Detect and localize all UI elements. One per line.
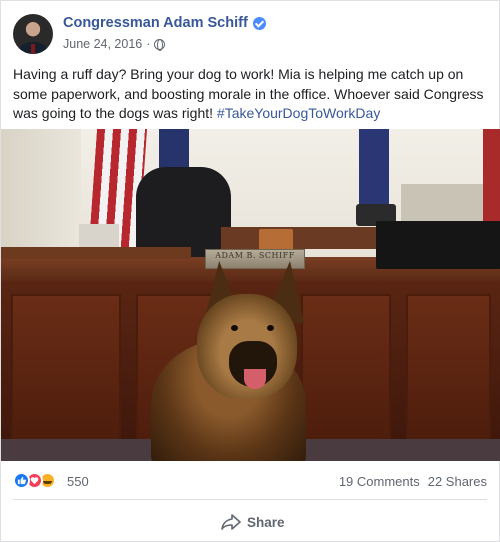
post-meta: June 24, 2016 · bbox=[63, 37, 166, 51]
reaction-icons[interactable] bbox=[13, 472, 56, 489]
post-text: Having a ruff day? Bring your dog to wor… bbox=[13, 65, 489, 124]
verified-badge-icon bbox=[252, 16, 266, 30]
comments-count[interactable]: 19 Comments bbox=[339, 474, 420, 489]
share-arrow-icon bbox=[221, 514, 241, 530]
photo-back-desk bbox=[221, 227, 401, 249]
engagement-counts: 19 Comments 22 Shares bbox=[339, 474, 487, 489]
share-button[interactable]: Share bbox=[221, 509, 285, 535]
post-header: Congressman Adam Schiff June 24, 2016 · bbox=[13, 12, 487, 56]
photo-dog-eye bbox=[267, 325, 274, 331]
meta-separator: · bbox=[146, 37, 151, 51]
photo-dog-tongue bbox=[244, 369, 266, 389]
author-row: Congressman Adam Schiff bbox=[63, 15, 266, 31]
post-date[interactable]: June 24, 2016 bbox=[63, 37, 142, 51]
photo-dog-eye bbox=[231, 325, 238, 331]
hashtag-link[interactable]: #TakeYourDogToWorkDay bbox=[217, 105, 380, 121]
photo-desk-panel bbox=[406, 294, 491, 444]
facebook-post: Congressman Adam Schiff June 24, 2016 · … bbox=[0, 0, 500, 542]
share-label: Share bbox=[247, 514, 285, 530]
author-name[interactable]: Congressman Adam Schiff bbox=[63, 15, 248, 31]
photo-desk-panel bbox=[11, 294, 121, 444]
avatar-tie bbox=[31, 44, 35, 54]
action-divider bbox=[13, 499, 487, 500]
haha-face bbox=[43, 481, 52, 484]
shares-count[interactable]: 22 Shares bbox=[428, 474, 487, 489]
post-photo[interactable]: ADAM B. SCHIFF bbox=[1, 129, 500, 461]
photo-desk-panel bbox=[301, 294, 391, 444]
globe-icon[interactable] bbox=[154, 38, 166, 51]
avatar[interactable] bbox=[13, 14, 53, 54]
reaction-count[interactable]: 550 bbox=[67, 474, 89, 489]
post-stats: 550 19 Comments 22 Shares bbox=[13, 471, 487, 493]
like-icon bbox=[13, 472, 30, 489]
photo-tray bbox=[1, 247, 191, 259]
photo-monitor bbox=[376, 221, 500, 269]
